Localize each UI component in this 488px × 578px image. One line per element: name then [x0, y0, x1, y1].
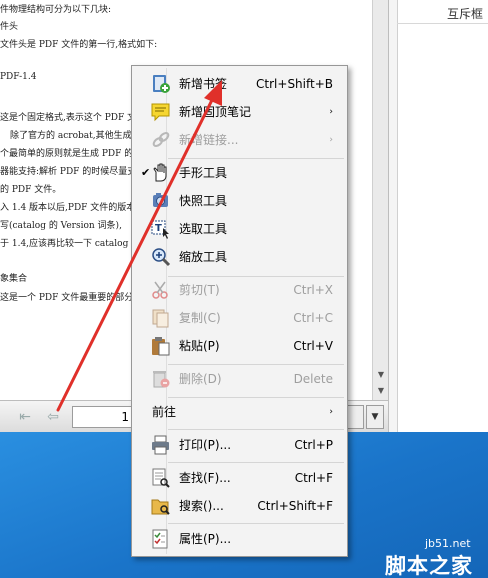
- doc-line: 件头: [0, 22, 19, 32]
- doc-line: 于 1.4,应该再比较一下 catalog: [0, 239, 129, 249]
- properties-icon: [150, 529, 172, 549]
- context-menu: 新增书签 Ctrl+Shift+B 新增固顶笔记 › 新增链接... › ✔ 手…: [131, 65, 348, 557]
- link-icon: [150, 130, 172, 150]
- doc-line: 这是个固定格式,表示这个 PDF 文: [0, 113, 137, 123]
- menu-item-label: 新增固顶笔记: [179, 105, 252, 119]
- watermark-site: jb51.net: [425, 537, 471, 550]
- menu-item-properties[interactable]: 属性(P)...: [134, 526, 345, 552]
- menu-item-shortcut: Ctrl+V: [293, 339, 333, 353]
- right-panel-cell[interactable]: 互斥框: [397, 4, 488, 24]
- menu-item-print[interactable]: 打印(P)... Ctrl+P: [134, 432, 345, 458]
- zoom-dropdown[interactable]: [346, 405, 364, 429]
- menu-separator: [168, 462, 344, 463]
- right-panel-content: [397, 0, 488, 432]
- menu-item-label: 删除(D): [179, 372, 222, 386]
- menu-item-search[interactable]: 搜索()... Ctrl+Shift+F: [134, 493, 345, 519]
- doc-line: 文件头是 PDF 文件的第一行,格式如下:: [0, 40, 158, 50]
- submenu-arrow-icon: ›: [329, 407, 333, 417]
- delete-icon: [150, 369, 172, 389]
- menu-item-cut[interactable]: 剪切(T) Ctrl+X: [134, 277, 345, 303]
- doc-line: 器能支持:解析 PDF 的时候尽量支: [0, 167, 137, 177]
- menu-item-snapshot-tool[interactable]: 快照工具: [134, 188, 345, 214]
- right-panel: 互斥框: [388, 0, 488, 432]
- chevron-down-icon[interactable]: ▼: [366, 405, 384, 429]
- menu-item-label: 查找(F)...: [179, 471, 231, 485]
- doc-line: 写(catalog 的 Version 词条),: [0, 221, 122, 231]
- scissors-icon: [150, 280, 172, 300]
- zoom-icon: [150, 247, 172, 267]
- doc-line: 象集合: [0, 274, 28, 284]
- menu-separator: [168, 523, 344, 524]
- printer-icon: [150, 435, 172, 455]
- menu-separator: [168, 158, 344, 159]
- find-icon: [150, 468, 172, 488]
- scroll-page-down-icon[interactable]: ▼: [373, 384, 389, 398]
- menu-item-find[interactable]: 查找(F)... Ctrl+F: [134, 465, 345, 491]
- doc-line: 件物理结构可分为以下几块:: [0, 5, 112, 15]
- scroll-down-arrow-icon[interactable]: ▼: [373, 368, 389, 382]
- first-page-icon[interactable]: ⇤: [14, 407, 36, 427]
- menu-item-add-sticky-note[interactable]: 新增固顶笔记 ›: [134, 99, 345, 125]
- menu-separator: [168, 397, 344, 398]
- menu-item-shortcut: Ctrl+F: [294, 471, 333, 485]
- menu-item-label: 前往: [152, 405, 177, 419]
- sticky-note-icon: [150, 102, 172, 122]
- menu-item-label: 手形工具: [179, 166, 228, 180]
- doc-line: 个最简单的原则就是生成 PDF 的: [0, 149, 134, 159]
- menu-item-zoom-tool[interactable]: 缩放工具: [134, 244, 345, 270]
- menu-item-label: 选取工具: [179, 222, 228, 236]
- vertical-scrollbar[interactable]: ▼ ▼: [372, 0, 388, 400]
- menu-item-label: 打印(P)...: [179, 438, 232, 452]
- checkmark-icon: ✔: [141, 166, 151, 179]
- paste-icon: [150, 336, 172, 356]
- menu-item-label: 缩放工具: [179, 250, 228, 264]
- menu-item-shortcut: Ctrl+Shift+B: [256, 77, 333, 91]
- submenu-arrow-icon: ›: [329, 135, 333, 145]
- menu-item-delete[interactable]: 删除(D) Delete: [134, 366, 345, 392]
- menu-item-copy[interactable]: 复制(C) Ctrl+C: [134, 305, 345, 331]
- menu-item-label: 复制(C): [179, 311, 221, 325]
- doc-line: 这是一个 PDF 文件最重要的部分,: [0, 293, 137, 303]
- menu-separator: [168, 429, 344, 430]
- menu-item-label: 搜索()...: [179, 499, 224, 513]
- menu-item-label: 新增书签: [179, 77, 228, 91]
- doc-line: 入 1.4 版本以后,PDF 文件的版本: [0, 203, 136, 213]
- watermark-brand: 脚本之家: [385, 554, 473, 578]
- copy-icon: [150, 308, 172, 328]
- page-number-input[interactable]: 1: [72, 406, 134, 428]
- doc-line: 的 PDF 文件。: [0, 185, 62, 195]
- submenu-arrow-icon: ›: [329, 107, 333, 117]
- doc-line: 除了官方的 acrobat,其他生成: [10, 131, 132, 141]
- svg-text:T: T: [155, 223, 162, 234]
- menu-item-add-bookmark[interactable]: 新增书签 Ctrl+Shift+B: [134, 71, 345, 97]
- menu-item-add-link[interactable]: 新增链接... ›: [134, 127, 345, 153]
- menu-item-label: 快照工具: [179, 194, 228, 208]
- menu-item-shortcut: Ctrl+X: [293, 283, 333, 297]
- menu-item-shortcut: Ctrl+P: [294, 438, 333, 452]
- menu-item-label: 剪切(T): [179, 283, 220, 297]
- menu-item-shortcut: Ctrl+C: [293, 311, 333, 325]
- menu-item-hand-tool[interactable]: ✔ 手形工具: [134, 160, 345, 186]
- menu-item-label: 粘贴(P): [179, 339, 220, 353]
- menu-item-label: 属性(P)...: [179, 532, 232, 546]
- menu-separator: [168, 364, 344, 365]
- hand-icon: [150, 163, 172, 183]
- menu-item-go-to[interactable]: 前往 ›: [134, 399, 345, 425]
- menu-item-shortcut: Ctrl+Shift+F: [257, 499, 333, 513]
- search-folder-icon: [150, 496, 172, 516]
- menu-item-paste[interactable]: 粘贴(P) Ctrl+V: [134, 333, 345, 359]
- previous-page-icon[interactable]: ⇦: [42, 407, 64, 427]
- menu-item-label: 新增链接...: [179, 133, 239, 147]
- camera-icon: [150, 191, 172, 211]
- menu-item-select-tool[interactable]: T 选取工具: [134, 216, 345, 242]
- doc-line: PDF-1.4: [0, 72, 37, 82]
- menu-item-shortcut: Delete: [293, 372, 333, 386]
- select-text-icon: T: [150, 219, 172, 239]
- bookmark-add-icon: [150, 74, 172, 94]
